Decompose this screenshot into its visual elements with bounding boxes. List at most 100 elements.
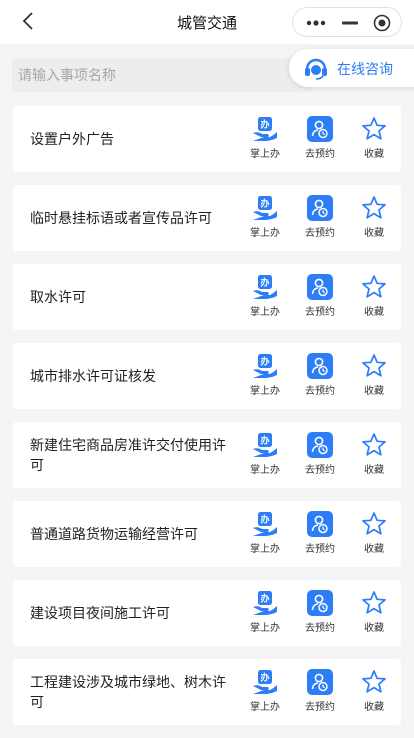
service-item-card[interactable]: 工程建设涉及城市绿地、树木许可 办 掌上办 去预约 收藏 — [13, 659, 401, 725]
appointment-label: 去预约 — [305, 307, 335, 318]
mobile-handle-label: 掌上办 — [250, 228, 280, 239]
service-item-card[interactable]: 取水许可 办 掌上办 去预约 收藏 — [13, 264, 401, 330]
appointment-button[interactable]: 去预约 — [298, 274, 342, 322]
favorite-label: 收藏 — [364, 544, 384, 555]
mobile-handle-icon: 办 — [253, 591, 277, 615]
mobile-handle-button[interactable]: 办 掌上办 — [243, 432, 287, 480]
mini-program-capsule — [292, 7, 402, 37]
service-item-card[interactable]: 普通道路货物运输经营许可 办 掌上办 去预约 收藏 — [13, 501, 401, 567]
mobile-handle-icon: 办 — [253, 512, 277, 536]
appointment-icon — [307, 669, 333, 695]
appointment-icon — [307, 195, 333, 221]
favorite-label: 收藏 — [364, 623, 384, 634]
appointment-button[interactable]: 去预约 — [298, 195, 342, 243]
appointment-label: 去预约 — [305, 465, 335, 476]
service-item-card[interactable]: 临时悬挂标语或者宣传品许可 办 掌上办 去预约 收藏 — [13, 185, 401, 251]
headset-icon — [305, 58, 327, 80]
record-icon[interactable] — [373, 14, 391, 32]
mobile-handle-button[interactable]: 办 掌上办 — [243, 274, 287, 322]
service-item-card[interactable]: 设置户外广告 办 掌上办 去预约 收藏 — [13, 106, 401, 172]
service-item-card[interactable]: 建设项目夜间施工许可 办 掌上办 去预约 收藏 — [13, 580, 401, 646]
mobile-handle-label: 掌上办 — [250, 307, 280, 318]
favorite-label: 收藏 — [364, 465, 384, 476]
svg-text:办: 办 — [260, 198, 269, 210]
star-outline-icon — [362, 117, 386, 140]
star-outline-icon — [362, 354, 386, 377]
svg-text:办: 办 — [260, 435, 269, 447]
appointment-button[interactable]: 去预约 — [298, 511, 342, 559]
mobile-handle-icon: 办 — [253, 433, 277, 457]
search-bar — [12, 58, 312, 92]
service-item-title: 建设项目夜间施工许可 — [30, 605, 170, 621]
mobile-handle-label: 掌上办 — [250, 623, 280, 634]
favorite-label: 收藏 — [364, 228, 384, 239]
mobile-handle-label: 掌上办 — [250, 702, 280, 713]
top-nav-bar: 城管交通 — [0, 0, 414, 44]
service-item-title: 临时悬挂标语或者宣传品许可 — [30, 210, 212, 226]
mobile-handle-button[interactable]: 办 掌上办 — [243, 353, 287, 401]
svg-text:办: 办 — [260, 277, 269, 289]
favorite-label: 收藏 — [364, 149, 384, 160]
favorite-label: 收藏 — [364, 702, 384, 713]
more-dots-icon[interactable] — [305, 16, 327, 30]
service-item-card[interactable]: 新建住宅商品房准许交付使用许可 办 掌上办 去预约 收藏 — [13, 422, 401, 488]
appointment-label: 去预约 — [305, 228, 335, 239]
favorite-button[interactable]: 收藏 — [352, 590, 396, 638]
appointment-button[interactable]: 去预约 — [298, 432, 342, 480]
service-item-title: 设置户外广告 — [30, 131, 114, 147]
mobile-handle-button[interactable]: 办 掌上办 — [243, 669, 287, 717]
mobile-handle-button[interactable]: 办 掌上办 — [243, 116, 287, 164]
appointment-button[interactable]: 去预约 — [298, 669, 342, 717]
mobile-handle-label: 掌上办 — [250, 149, 280, 160]
mobile-handle-icon: 办 — [253, 670, 277, 694]
star-outline-icon — [362, 591, 386, 614]
star-outline-icon — [362, 670, 386, 693]
mobile-handle-button[interactable]: 办 掌上办 — [243, 590, 287, 638]
favorite-button[interactable]: 收藏 — [352, 195, 396, 243]
mobile-handle-button[interactable]: 办 掌上办 — [243, 195, 287, 243]
svg-text:办: 办 — [260, 119, 269, 131]
search-input[interactable] — [12, 58, 304, 92]
appointment-icon — [307, 590, 333, 616]
appointment-icon — [307, 353, 333, 379]
favorite-button[interactable]: 收藏 — [352, 511, 396, 559]
service-item-title: 工程建设涉及城市绿地、树木许可 — [30, 674, 226, 710]
favorite-button[interactable]: 收藏 — [352, 432, 396, 480]
service-item-title: 普通道路货物运输经营许可 — [30, 526, 198, 542]
service-item-title: 取水许可 — [30, 289, 86, 305]
favorite-label: 收藏 — [364, 307, 384, 318]
mobile-handle-label: 掌上办 — [250, 386, 280, 397]
mobile-handle-label: 掌上办 — [250, 544, 280, 555]
service-item-title: 城市排水许可证核发 — [30, 368, 156, 384]
appointment-label: 去预约 — [305, 149, 335, 160]
appointment-label: 去预约 — [305, 544, 335, 555]
svg-text:办: 办 — [260, 356, 269, 368]
minimize-icon[interactable] — [339, 16, 361, 30]
appointment-icon — [307, 511, 333, 537]
service-item-card[interactable]: 城市排水许可证核发 办 掌上办 去预约 收藏 — [13, 343, 401, 409]
favorite-button[interactable]: 收藏 — [352, 353, 396, 401]
star-outline-icon — [362, 196, 386, 219]
mobile-handle-icon: 办 — [253, 196, 277, 220]
online-consult-label: 在线咨询 — [337, 61, 393, 77]
mobile-handle-label: 掌上办 — [250, 465, 280, 476]
favorite-button[interactable]: 收藏 — [352, 116, 396, 164]
appointment-icon — [307, 432, 333, 458]
star-outline-icon — [362, 275, 386, 298]
svg-text:办: 办 — [260, 593, 269, 605]
service-item-list: 设置户外广告 办 掌上办 去预约 收藏 临时悬挂标语或者宣传品许可 办 掌上办 … — [13, 106, 401, 738]
mobile-handle-icon: 办 — [253, 275, 277, 299]
appointment-label: 去预约 — [305, 386, 335, 397]
online-consult-button[interactable]: 在线咨询 — [289, 49, 414, 87]
appointment-button[interactable]: 去预约 — [298, 590, 342, 638]
appointment-button[interactable]: 去预约 — [298, 353, 342, 401]
mobile-handle-button[interactable]: 办 掌上办 — [243, 511, 287, 559]
star-outline-icon — [362, 433, 386, 456]
appointment-button[interactable]: 去预约 — [298, 116, 342, 164]
appointment-icon — [307, 274, 333, 300]
star-outline-icon — [362, 512, 386, 535]
appointment-label: 去预约 — [305, 702, 335, 713]
svg-text:办: 办 — [260, 672, 269, 684]
favorite-button[interactable]: 收藏 — [352, 669, 396, 717]
favorite-button[interactable]: 收藏 — [352, 274, 396, 322]
